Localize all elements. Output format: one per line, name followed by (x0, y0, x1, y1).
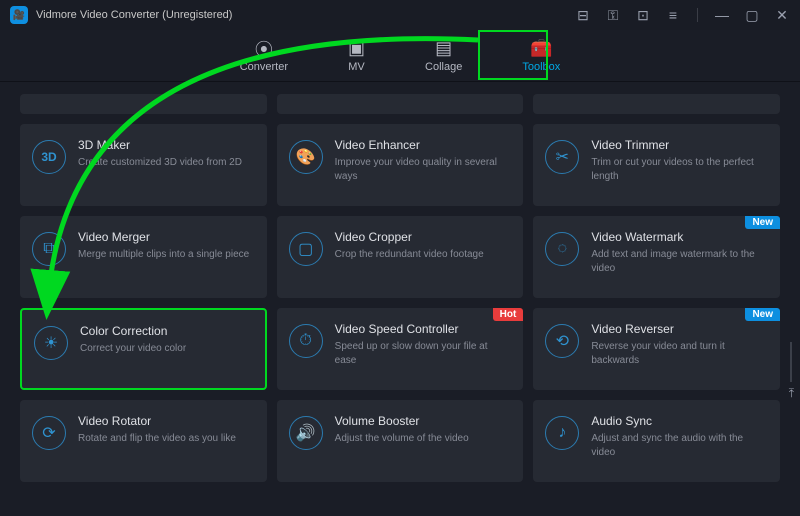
tool-row: ⟳ Video Rotator Rotate and flip the vide… (20, 400, 780, 482)
watermark-icon: ◌ (545, 232, 579, 266)
card-desc: Improve your video quality in several wa… (335, 156, 512, 183)
scissors-icon: ✂ (545, 140, 579, 174)
hot-badge: Hot (493, 308, 524, 321)
card-title: Audio Sync (591, 414, 768, 428)
reverse-icon: ⟲ (545, 324, 579, 358)
toolbox-icon: 🧰 (530, 39, 552, 59)
card-desc: Crop the redundant video footage (335, 248, 512, 262)
tool-row: ⧉ Video Merger Merge multiple clips into… (20, 216, 780, 298)
merge-icon: ⧉ (32, 232, 66, 266)
titlebar: 🎥 Vidmore Video Converter (Unregistered)… (0, 0, 800, 30)
tool-card-video-cropper[interactable]: ▢ Video Cropper Crop the redundant video… (277, 216, 524, 298)
menu-icon[interactable]: ≡ (665, 7, 681, 23)
card-desc: Adjust and sync the audio with the video (591, 432, 768, 459)
tabbar: ⦿ Converter ▣ MV ▤ Collage 🧰 Toolbox (0, 30, 800, 82)
cart-icon[interactable]: ⊟ (575, 7, 591, 24)
volume-icon: 🔊 (289, 416, 323, 450)
sun-icon: ☀ (34, 326, 68, 360)
card-desc: Rotate and flip the video as you like (78, 432, 255, 446)
tab-mv[interactable]: ▣ MV (342, 35, 371, 77)
rotate-icon: ⟳ (32, 416, 66, 450)
maximize-button[interactable]: ▢ (744, 7, 760, 24)
chat-icon[interactable]: ⊡ (635, 7, 651, 24)
tab-collage[interactable]: ▤ Collage (419, 35, 468, 77)
card-desc: Adjust the volume of the video (335, 432, 512, 446)
tool-card-volume-booster[interactable]: 🔊 Volume Booster Adjust the volume of th… (277, 400, 524, 482)
speed-icon: ⏱ (289, 324, 323, 358)
tab-label: Collage (425, 61, 462, 73)
tab-label: Converter (240, 61, 288, 73)
tool-row: 3D 3D Maker Create customized 3D video f… (20, 124, 780, 206)
close-button[interactable]: ✕ (774, 7, 790, 24)
3d-icon: 3D (32, 140, 66, 174)
tool-card-placeholder[interactable] (277, 94, 524, 114)
tool-row-cropped (20, 94, 780, 114)
tool-card-video-trimmer[interactable]: ✂ Video Trimmer Trim or cut your videos … (533, 124, 780, 206)
card-title: Video Cropper (335, 230, 512, 244)
tool-card-color-correction[interactable]: ☀ Color Correction Correct your video co… (20, 308, 267, 390)
scroll-to-top-icon[interactable]: ⤒ (789, 386, 794, 401)
card-title: Color Correction (80, 324, 253, 338)
tool-card-video-merger[interactable]: ⧉ Video Merger Merge multiple clips into… (20, 216, 267, 298)
tool-card-placeholder[interactable] (533, 94, 780, 114)
app-logo-icon: 🎥 (10, 6, 28, 24)
card-title: Video Enhancer (335, 138, 512, 152)
card-desc: Correct your video color (80, 342, 253, 356)
titlebar-separator (697, 8, 698, 22)
card-desc: Trim or cut your videos to the perfect l… (591, 156, 768, 183)
tab-converter[interactable]: ⦿ Converter (234, 35, 294, 77)
card-desc: Merge multiple clips into a single piece (78, 248, 255, 262)
card-title: Video Merger (78, 230, 255, 244)
card-title: Video Rotator (78, 414, 255, 428)
tab-toolbox[interactable]: 🧰 Toolbox (516, 35, 566, 77)
card-desc: Add text and image watermark to the vide… (591, 248, 768, 275)
tool-card-video-watermark[interactable]: New ◌ Video Watermark Add text and image… (533, 216, 780, 298)
tool-card-video-rotator[interactable]: ⟳ Video Rotator Rotate and flip the vide… (20, 400, 267, 482)
collage-icon: ▤ (435, 39, 452, 59)
card-title: 3D Maker (78, 138, 255, 152)
key-icon[interactable]: ⚿ (605, 7, 621, 24)
card-title: Volume Booster (335, 414, 512, 428)
audio-sync-icon: ♪ (545, 416, 579, 450)
tool-card-3d-maker[interactable]: 3D 3D Maker Create customized 3D video f… (20, 124, 267, 206)
card-desc: Reverse your video and turn it backwards (591, 340, 768, 367)
app-title: Vidmore Video Converter (Unregistered) (36, 9, 575, 21)
card-title: Video Speed Controller (335, 322, 512, 336)
tool-card-placeholder[interactable] (20, 94, 267, 114)
palette-icon: 🎨 (289, 140, 323, 174)
minimize-button[interactable]: — (714, 7, 730, 23)
mv-icon: ▣ (348, 39, 365, 59)
content-area: 3D 3D Maker Create customized 3D video f… (0, 82, 800, 516)
new-badge: New (745, 216, 780, 229)
card-title: Video Reverser (591, 322, 768, 336)
tool-card-audio-sync[interactable]: ♪ Audio Sync Adjust and sync the audio w… (533, 400, 780, 482)
card-desc: Create customized 3D video from 2D (78, 156, 255, 170)
card-title: Video Watermark (591, 230, 768, 244)
tool-card-video-speed-controller[interactable]: Hot ⏱ Video Speed Controller Speed up or… (277, 308, 524, 390)
converter-icon: ⦿ (255, 39, 273, 59)
tab-label: Toolbox (522, 61, 560, 73)
card-title: Video Trimmer (591, 138, 768, 152)
scroll-indicator[interactable]: ⤒ (789, 342, 794, 401)
tool-card-video-reverser[interactable]: New ⟲ Video Reverser Reverse your video … (533, 308, 780, 390)
tab-label: MV (348, 61, 365, 73)
card-desc: Speed up or slow down your file at ease (335, 340, 512, 367)
tool-card-video-enhancer[interactable]: 🎨 Video Enhancer Improve your video qual… (277, 124, 524, 206)
crop-icon: ▢ (289, 232, 323, 266)
tool-row: ☀ Color Correction Correct your video co… (20, 308, 780, 390)
new-badge: New (745, 308, 780, 321)
